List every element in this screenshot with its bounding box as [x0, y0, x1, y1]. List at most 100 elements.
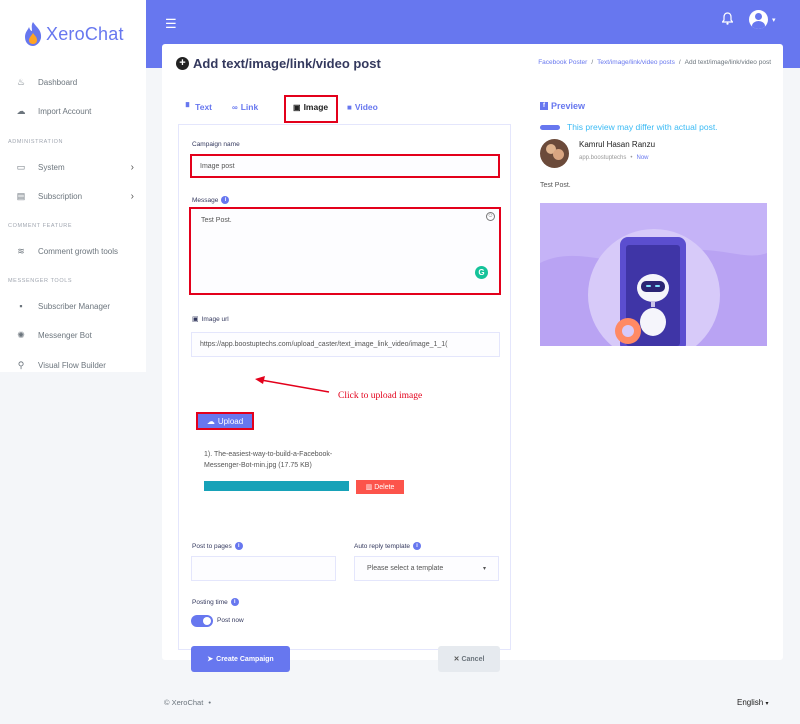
chevron-right-icon: › [130, 161, 134, 173]
delete-label: Delete [374, 483, 395, 491]
brand[interactable]: XeroChat [24, 22, 124, 46]
sidebar-item-label: Import Account [38, 106, 92, 116]
message-label-text: Message [192, 196, 219, 204]
trash-icon: ▥ [365, 484, 373, 491]
posting-time-label-text: Posting time [192, 598, 228, 606]
sidebar-item-label: Visual Flow Builder [38, 360, 106, 370]
sidebar-item-visual-flow-builder[interactable]: ⚲ Visual Flow Builder [0, 355, 146, 375]
user-square-icon: ▪ [19, 301, 23, 311]
cloud-upload-icon: ☁ [206, 416, 215, 426]
upload-progress-fill [204, 481, 349, 491]
caret-down-icon: ▾ [772, 16, 776, 24]
cancel-button[interactable]: ✕ Cancel [438, 646, 500, 672]
uploaded-file-name: 1). The-easiest-way-to-build-a-Facebook-… [204, 451, 333, 469]
caret-down-icon: ▾ [482, 566, 486, 572]
auto-reply-label-text: Auto reply template [354, 542, 411, 550]
tab-label: Text [195, 102, 213, 112]
video-icon: ■ [347, 102, 352, 112]
layer-group-icon: ≋ [17, 245, 25, 256]
user-menu[interactable]: ▾ [749, 10, 776, 29]
tab-text[interactable]: ▘ Text [186, 102, 212, 112]
tab-image[interactable]: ▣ Image [293, 102, 328, 112]
info-icon: i [221, 196, 230, 204]
page-title-text: Add text/image/link/video post [193, 56, 381, 71]
avatar [749, 10, 768, 29]
delete-button[interactable]: ▥ Delete [356, 480, 404, 494]
tab-link[interactable]: ∞ Link [232, 102, 258, 112]
breadcrumb-posts[interactable]: Text/image/link/video posts [597, 59, 675, 66]
image-icon: ▣ [293, 102, 301, 112]
create-campaign-label: Create Campaign [216, 655, 274, 663]
message-text: Test Post. [201, 217, 232, 224]
chevron-right-icon: › [130, 190, 134, 202]
project-diagram-icon: ⚲ [17, 359, 25, 370]
post-type-tabs: ▘ Text ∞ Link ▣ Image ■ Video [178, 82, 511, 124]
sidebar-item-import-account[interactable]: ☁ Import Account [0, 101, 146, 121]
link-icon: ∞ [232, 102, 238, 112]
author-avatar [540, 139, 569, 168]
post-app: app.boostuptechs [579, 155, 627, 161]
post-now-toggle[interactable] [191, 615, 213, 627]
preview-note: This preview may differ with actual post… [540, 122, 718, 132]
info-icon: i [234, 542, 243, 550]
auto-reply-selected: Please select a template [367, 565, 444, 572]
hamburger-menu-icon[interactable]: ☰ [165, 16, 177, 32]
tab-label: Image [303, 102, 329, 112]
grammarly-icon[interactable]: G [475, 266, 488, 279]
breadcrumb: Facebook Poster / Text/image/link/video … [538, 59, 771, 66]
breadcrumb-separator: / [678, 59, 681, 66]
breadcrumb-facebook-poster[interactable]: Facebook Poster [538, 59, 587, 66]
sidebar-item-system[interactable]: ▭ System › [0, 157, 146, 177]
author-name: Kamrul Hasan Ranzu [579, 140, 656, 149]
sidebar-item-label: Comment growth tools [38, 246, 119, 256]
auto-reply-template-select[interactable]: Please select a template ▾ [354, 556, 499, 581]
cancel-label: Cancel [461, 655, 485, 663]
message-label: Message i [192, 196, 230, 204]
menu-header-administration: ADMINISTRATION [8, 139, 64, 145]
info-icon: i [230, 598, 239, 606]
laptop-icon: ▭ [16, 161, 26, 172]
sidebar-item-subscriber-manager[interactable]: ▪ Subscriber Manager [0, 296, 146, 316]
message-textarea[interactable]: Test Post. ☺ G [189, 207, 501, 295]
footer-copyright: © XeroChat • [164, 698, 211, 707]
upload-button[interactable]: ☁ Upload [196, 412, 254, 430]
preview-note-text: This preview may differ with actual post… [567, 122, 718, 132]
coins-icon: ▤ [16, 190, 26, 201]
file-text-icon: ▘ [186, 102, 193, 112]
image-url-input[interactable]: https://app.boostuptechs.com/upload_cast… [191, 332, 500, 357]
sidebar-item-subscription[interactable]: ▤ Subscription › [0, 186, 146, 206]
plus-circle-icon: + [176, 57, 189, 70]
image-url-label: ▣ Image url [192, 315, 229, 324]
create-campaign-button[interactable]: ➤ Create Campaign [191, 646, 290, 672]
sidebar-item-label: Dashboard [38, 77, 78, 87]
sidebar-item-messenger-bot[interactable]: ✺ Messenger Bot [0, 325, 146, 345]
post-meta: app.boostuptechs • Now [579, 155, 649, 161]
menu-header-messenger-tools: MESSENGER TOOLS [8, 278, 73, 284]
footer-dot: • [208, 698, 212, 707]
upload-label: Upload [217, 416, 244, 426]
note-bar [540, 124, 560, 130]
preview-post-text: Test Post. [540, 182, 571, 189]
xerochat-logo-icon [25, 22, 42, 46]
campaign-name-input[interactable]: Image post [190, 154, 500, 178]
tab-video[interactable]: ■ Video [347, 102, 378, 112]
auto-reply-label: Auto reply template i [354, 542, 422, 550]
robot-icon: ✺ [17, 329, 25, 340]
tab-label: Video [354, 102, 378, 112]
fire-icon: ♨ [16, 76, 26, 87]
post-to-pages-select[interactable] [191, 556, 336, 581]
emoji-icon[interactable]: ☺ [486, 212, 495, 221]
post-time: Now [636, 155, 649, 161]
sidebar-item-label: Messenger Bot [38, 330, 92, 340]
language-label: English [737, 698, 764, 707]
bell-icon[interactable] [722, 12, 733, 25]
paper-plane-icon: ➤ [207, 656, 214, 663]
meta-dot: • [630, 155, 633, 161]
campaign-name-label: Campaign name [192, 141, 240, 148]
sidebar-item-label: System [38, 162, 65, 172]
sidebar-item-dashboard[interactable]: ♨ Dashboard [0, 72, 146, 92]
sidebar-item-comment-growth-tools[interactable]: ≋ Comment growth tools [0, 241, 146, 261]
image-url-label-text: Image url [201, 315, 229, 323]
preview-image [540, 203, 767, 346]
language-selector[interactable]: English ▾ [737, 698, 769, 707]
